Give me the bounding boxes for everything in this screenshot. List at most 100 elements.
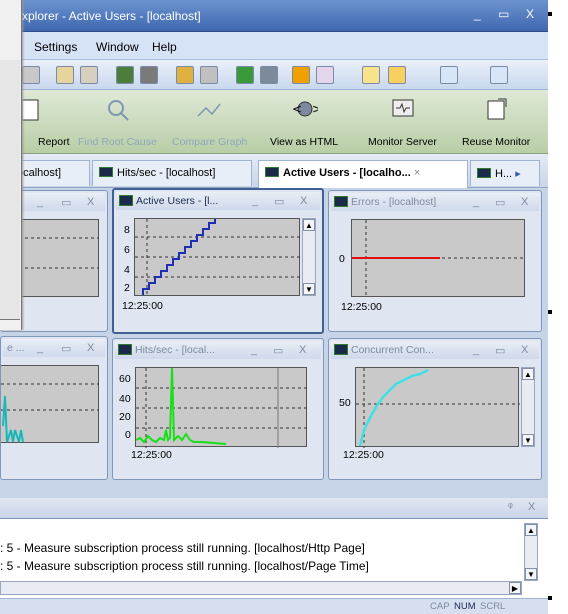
list-icon[interactable] [140, 66, 158, 84]
menu-settings[interactable]: Settings [34, 40, 77, 54]
plot-area [355, 367, 520, 448]
option2-icon[interactable] [490, 66, 508, 84]
y-tick: 20 [119, 411, 131, 423]
y-tick: 50 [339, 397, 351, 409]
min-icon[interactable]: _ [473, 344, 479, 356]
plot-area [134, 218, 301, 297]
report-label[interactable]: Report [38, 136, 70, 148]
tab-close-icon[interactable]: × [414, 167, 420, 179]
output-hscrollbar[interactable]: ▶ [0, 581, 522, 595]
gear-icon[interactable] [22, 66, 40, 84]
y-tick: 8 [124, 224, 130, 236]
play-icon[interactable] [292, 66, 310, 84]
max-icon[interactable]: ▭ [274, 195, 284, 208]
close-icon[interactable]: X [528, 501, 535, 513]
pin-icon[interactable]: ᵠ [508, 501, 513, 513]
view-html-icon[interactable]: < > [292, 96, 318, 122]
find-root-cause-icon[interactable] [104, 96, 130, 122]
chevron-right-icon[interactable]: ▸ [515, 168, 521, 180]
graph-window-active-users[interactable]: Active Users - [l... _ ▭ X 8 6 4 2 ▲ ▼ 1… [112, 188, 324, 334]
y-tick: 40 [119, 393, 131, 405]
minimize-button[interactable]: _ [474, 7, 481, 21]
graph-window-hits[interactable]: Hits/sec - [local... _ ▭ X 60 40 20 0 12… [112, 338, 324, 480]
menu-window[interactable]: Window [96, 40, 139, 54]
plot-area [1, 365, 99, 443]
server-icon[interactable] [236, 66, 254, 84]
sun-icon[interactable] [388, 66, 406, 84]
close-icon[interactable]: X [300, 195, 307, 207]
svg-text:<: < [292, 102, 302, 116]
min-icon[interactable]: _ [37, 342, 43, 354]
close-icon[interactable]: X [299, 344, 306, 356]
y-tick: 6 [124, 244, 130, 256]
scrollbar[interactable]: ▲ ▼ [521, 367, 535, 447]
graph-icon [477, 168, 491, 178]
svg-text:>: > [312, 102, 318, 116]
find-root-cause-label[interactable]: Find Root Cause [78, 136, 157, 148]
max-icon[interactable]: ▭ [61, 342, 71, 355]
output-pane: : 5 - Measure subscription process still… [0, 518, 548, 598]
max-icon[interactable]: ▭ [495, 344, 505, 357]
monitor-server-label[interactable]: Monitor Server [368, 136, 437, 148]
report-icon[interactable] [56, 66, 74, 84]
output-line: : 5 - Measure subscription process still… [0, 559, 369, 573]
max-icon[interactable]: ▭ [495, 196, 505, 209]
left-panel[interactable] [0, 0, 22, 330]
min-icon[interactable]: _ [473, 196, 479, 208]
monitor-icon[interactable] [116, 66, 134, 84]
graph-icon [119, 195, 133, 206]
menu-bar: Settings Window Help [0, 32, 548, 60]
graph-window-left2[interactable]: e ... _ ▭ X [0, 336, 108, 480]
close-icon[interactable]: X [521, 196, 528, 208]
min-icon[interactable]: _ [37, 196, 43, 208]
y-tick: 2 [124, 282, 130, 294]
close-button[interactable]: X [526, 7, 534, 21]
close-icon[interactable]: X [521, 344, 528, 356]
monitor-server-icon[interactable] [390, 96, 416, 122]
menu-help[interactable]: Help [152, 40, 177, 54]
graph-title: Concurrent Con... [351, 344, 434, 356]
status-scrl: SCRL [480, 601, 506, 612]
time-label: 12:25:00 [131, 449, 172, 461]
window-title: e Explorer - Active Users - [localhost] [4, 9, 201, 23]
pencil-icon[interactable] [316, 66, 334, 84]
compare-graph-icon[interactable] [196, 96, 222, 122]
errors-line [352, 220, 526, 298]
report2-icon[interactable] [80, 66, 98, 84]
graph-icon [99, 167, 113, 177]
view-html-label[interactable]: View as HTML [270, 136, 338, 148]
close-icon[interactable]: X [87, 196, 94, 208]
tab-hits-sec[interactable]: Hits/sec - [localhost] [92, 160, 252, 186]
users-icon[interactable] [200, 66, 218, 84]
graph-window-errors[interactable]: Errors - [localhost] _ ▭ X 0 12:25:00 [328, 190, 542, 332]
option-icon[interactable] [440, 66, 458, 84]
close-icon[interactable]: X [87, 342, 94, 354]
right-margin [548, 0, 568, 614]
graph-window-concurrent[interactable]: Concurrent Con... _ ▭ X 50 ▲ ▼ 12:25:00 [328, 338, 542, 480]
maximize-button[interactable]: ▭ [498, 7, 509, 21]
y-tick: 0 [125, 429, 131, 441]
toolbar-small [0, 60, 548, 90]
user-icon[interactable] [176, 66, 194, 84]
range-icon[interactable] [362, 66, 380, 84]
compare-graph-label[interactable]: Compare Graph [172, 136, 247, 148]
min-icon[interactable]: _ [251, 344, 257, 356]
server2-icon[interactable] [260, 66, 278, 84]
reuse-monitor-label[interactable]: Reuse Monitor [462, 136, 530, 148]
scrollbar[interactable]: ▲ ▼ [302, 218, 316, 296]
graph-icon [334, 344, 348, 355]
min-icon[interactable]: _ [252, 195, 258, 207]
concurrent-line [356, 368, 520, 448]
max-icon[interactable]: ▭ [273, 344, 283, 357]
max-icon[interactable]: ▭ [61, 196, 71, 209]
tab-active-users[interactable]: Active Users - [localho... × [258, 160, 468, 188]
tab-more[interactable]: H... ▸ [470, 160, 540, 186]
active-users-line [135, 219, 301, 297]
tab-localhost[interactable]: ocalhost] [10, 160, 90, 186]
output-scrollbar[interactable]: ▲ ▼ [524, 523, 538, 581]
graph-icon [265, 167, 279, 177]
reuse-monitor-icon[interactable] [484, 96, 510, 122]
status-num: NUM [454, 601, 476, 612]
graph-area: _ ▭ X Active Users - [l... _ ▭ X 8 6 4 2… [0, 188, 548, 498]
output-header: ᵠ X [0, 498, 548, 518]
